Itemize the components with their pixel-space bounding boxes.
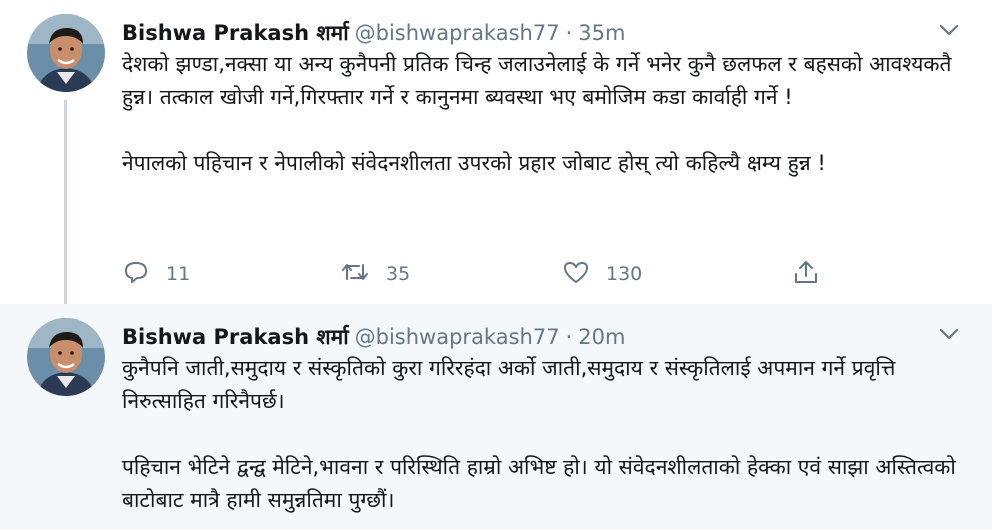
tweet-paragraph: नेपालको पहिचान र नेपालीको संवेदनशीलता उप… (122, 151, 826, 175)
author-name[interactable]: Bishwa Prakash शर्मा (122, 325, 349, 349)
tweet-text: कुनैपनि जाती,समुदाय र संस्कृतिको कुरा गर… (122, 352, 972, 517)
tweet-paragraph: देशको झण्डा,नक्सा या अन्य कुनैपनी प्रतिक… (122, 52, 952, 109)
separator: · (565, 21, 573, 45)
author-handle[interactable]: @bishwaprakash77 (355, 21, 560, 45)
retweet-icon[interactable] (340, 258, 370, 291)
share-button[interactable] (792, 256, 820, 292)
author-name[interactable]: Bishwa Prakash शर्मा (122, 21, 349, 45)
tweet-text: देशको झण्डा,नक्सा या अन्य कुनैपनी प्रतिक… (122, 48, 972, 180)
thread-connector (64, 100, 67, 314)
author-handle[interactable]: @bishwaprakash77 (355, 325, 560, 349)
tweet[interactable]: Bishwa Prakash शर्मा @bishwaprakash77 · 20m… (0, 304, 992, 530)
chevron-down-icon[interactable] (936, 20, 962, 40)
tweet-actions: 11 35 130 (122, 256, 842, 292)
tweet-header: Bishwa Prakash शर्मा @bishwaprakash77 · 35m (122, 18, 625, 48)
avatar[interactable] (27, 14, 105, 92)
chevron-down-icon[interactable] (936, 324, 962, 344)
avatar[interactable] (27, 318, 105, 396)
heart-icon[interactable] (562, 258, 590, 291)
tweet-header: Bishwa Prakash शर्मा @bishwaprakash77 · 20m (122, 322, 625, 352)
retweet-button[interactable]: 35 (340, 256, 410, 292)
share-icon[interactable] (792, 258, 820, 291)
reply-button[interactable]: 11 (122, 256, 190, 292)
timestamp[interactable]: 20m (578, 325, 625, 349)
retweet-count: 35 (386, 263, 411, 285)
reply-count: 11 (166, 263, 191, 285)
reply-icon[interactable] (122, 258, 150, 291)
tweet-paragraph: पहिचान भेटिने द्वन्द्व मेटिने,भावना र पर… (122, 455, 956, 512)
like-button[interactable]: 130 (562, 256, 642, 292)
tweet-paragraph: कुनैपनि जाती,समुदाय र संस्कृतिको कुरा गर… (122, 356, 896, 413)
separator: · (565, 325, 573, 349)
like-count: 130 (606, 263, 643, 285)
tweet[interactable]: Bishwa Prakash शर्मा @bishwaprakash77 · 35m… (0, 0, 992, 314)
timestamp[interactable]: 35m (578, 21, 625, 45)
